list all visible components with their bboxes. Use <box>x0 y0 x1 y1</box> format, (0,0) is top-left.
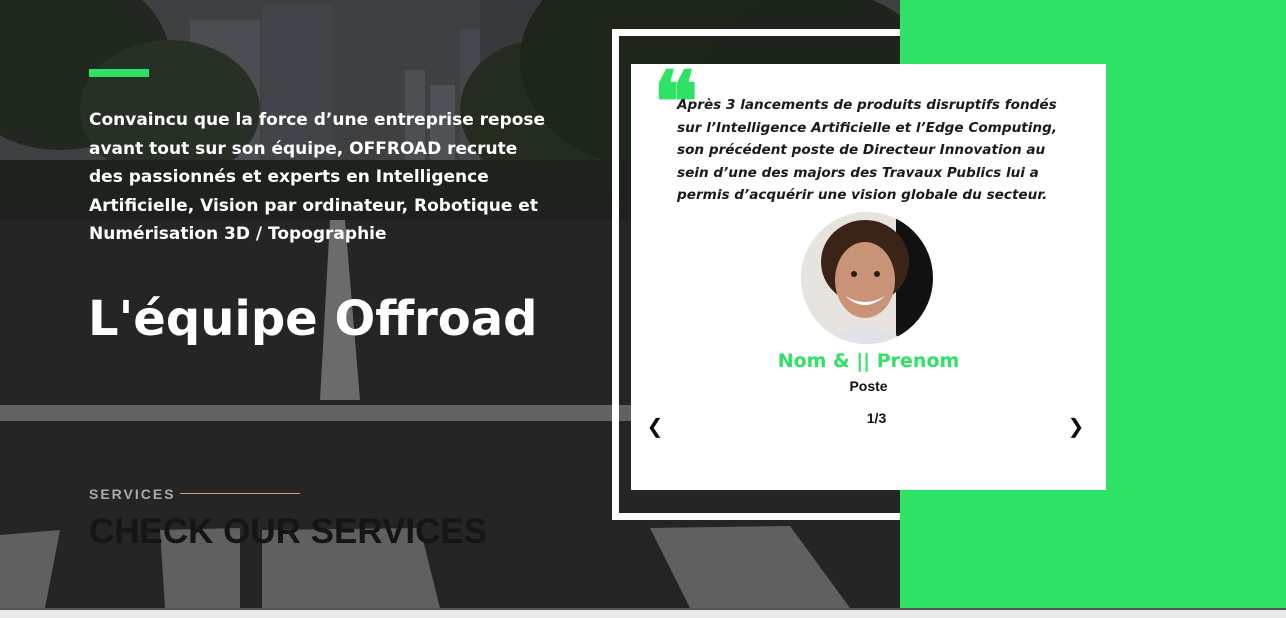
member-role: Poste <box>849 378 888 394</box>
accent-line <box>89 69 149 77</box>
previous-slide-button[interactable]: ❮ <box>643 412 667 440</box>
member-name: Nom & || Prenom <box>777 350 960 372</box>
avatar-photo <box>801 212 933 344</box>
services-label: SERVICES <box>89 486 176 502</box>
avatar <box>801 212 933 344</box>
testimonial-quote: Après 3 lancements de produits disruptif… <box>677 97 1057 204</box>
bottom-divider <box>0 608 1286 618</box>
intro-text: Convaincu que la force d’une entreprise … <box>89 110 546 244</box>
services-title: CHECK OUR SERVICES <box>89 512 488 551</box>
services-divider <box>180 493 300 494</box>
next-slide-button[interactable]: ❯ <box>1064 412 1088 440</box>
team-title: L'équipe Offroad <box>88 291 538 347</box>
slide-counter: 1/3 <box>866 410 887 426</box>
testimonial-card: ❝ Après 3 lancements de produits disrupt… <box>631 60 1106 490</box>
